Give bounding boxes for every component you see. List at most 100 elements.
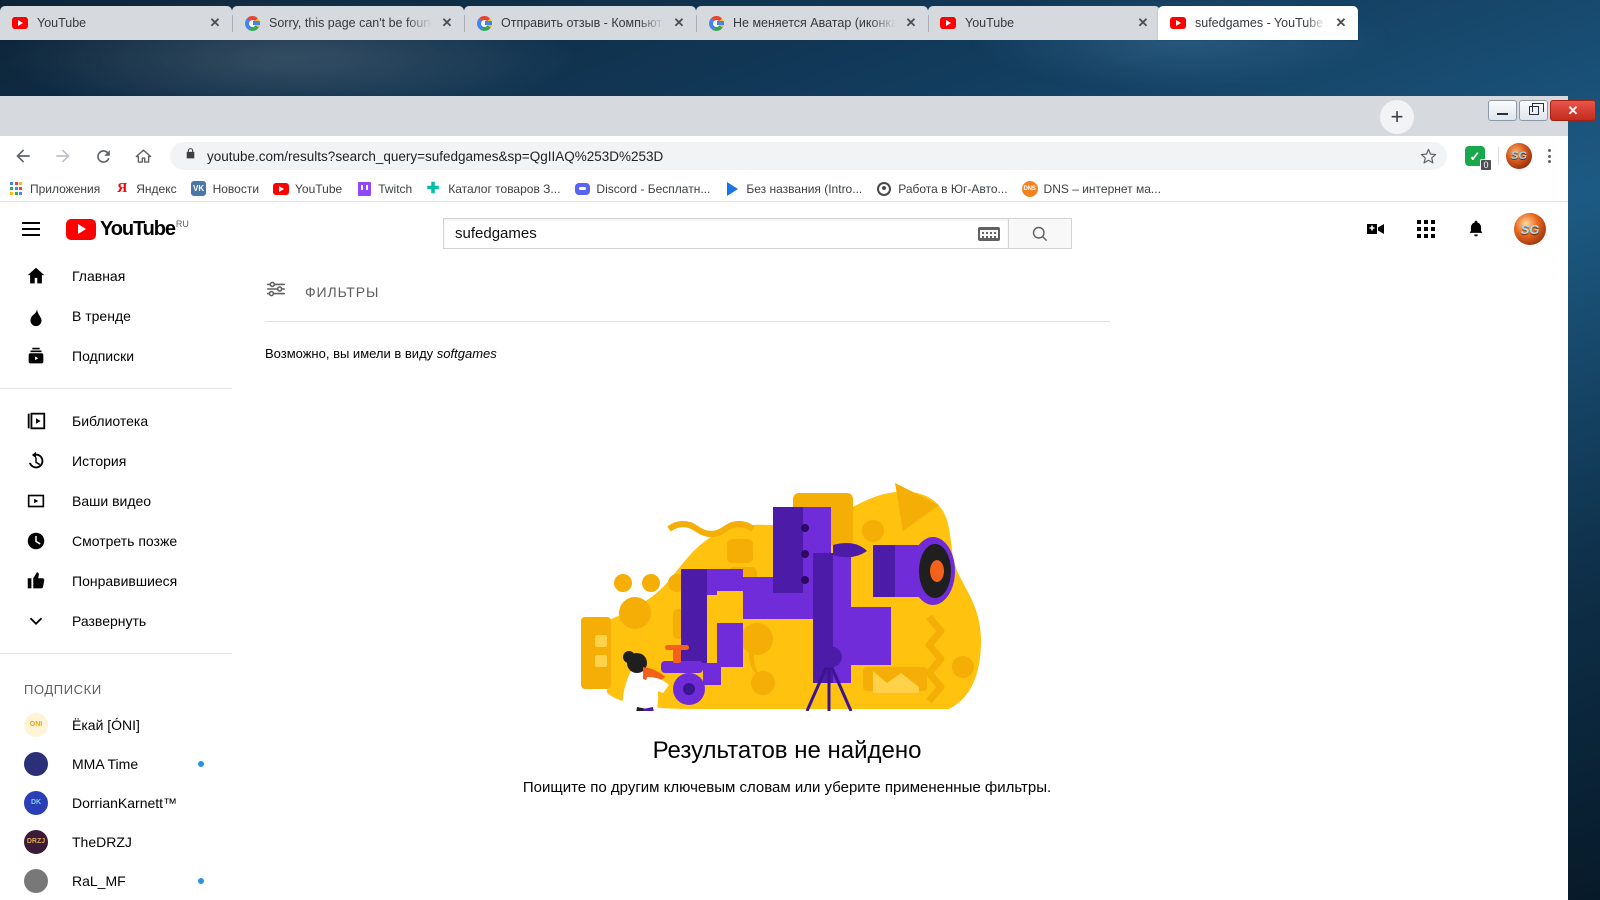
bookmark-item[interactable]: YouTube xyxy=(273,181,342,197)
apps-grid xyxy=(1417,220,1435,238)
tab-favicon xyxy=(12,15,28,31)
address-bar[interactable]: youtube.com/results?search_query=sufedga… xyxy=(170,142,1447,170)
bookmark-label: Новости xyxy=(212,181,260,196)
sidebar-item-subscriptions[interactable]: Подписки xyxy=(0,336,232,376)
sidebar-item-library[interactable]: Библиотека xyxy=(0,401,232,441)
play-icon xyxy=(726,181,738,196)
sidebar-item-liked-videos[interactable]: Понравившиеся xyxy=(0,561,232,601)
google-icon xyxy=(244,15,260,31)
bookmark-label: Каталог товаров З... xyxy=(448,181,561,196)
browser-tab[interactable]: Отправить отзыв - Компьютер ✕ xyxy=(464,6,696,40)
window-maximize-button[interactable] xyxy=(1519,100,1548,121)
filters-bar[interactable]: ФИЛЬТРЫ xyxy=(232,256,1568,305)
no-results-block: Результатов не найдено Поищите по другим… xyxy=(232,471,1342,796)
bookmark-item[interactable]: Работа в Юг-Авто... xyxy=(876,181,1008,197)
vk-icon: VK xyxy=(191,181,207,196)
create-video-icon[interactable] xyxy=(1364,217,1388,241)
bell-icon[interactable] xyxy=(1464,217,1488,241)
bookmark-label: Twitch xyxy=(378,181,413,196)
browser-tab[interactable]: Не меняется Аватар (иконка ка ✕ xyxy=(696,6,928,40)
channel-name: RaL_MF xyxy=(72,872,126,889)
bookmark-item[interactable]: Я Яндекс xyxy=(114,181,176,197)
home-button[interactable] xyxy=(126,139,160,173)
bookmark-item[interactable]: Без названия (Intro... xyxy=(724,181,862,197)
channel-name: DorrianKarnett™ xyxy=(72,794,178,811)
chrome-menu-button[interactable] xyxy=(1536,141,1562,171)
apps-grid-icon xyxy=(9,182,23,195)
browser-tab[interactable]: YouTube ✕ xyxy=(0,6,232,40)
browser-profile-avatar[interactable]: SG xyxy=(1506,143,1532,169)
yandex-icon: Я xyxy=(117,180,128,196)
tab-close-icon[interactable]: ✕ xyxy=(1132,12,1154,34)
did-you-mean-prefix: Возможно, вы имели в виду xyxy=(265,346,437,361)
bookmark-label: Яндекс xyxy=(136,181,177,196)
bookmark-star-icon[interactable] xyxy=(1420,148,1437,165)
new-tab-plus-icon: + xyxy=(1390,104,1404,129)
discord-icon xyxy=(574,182,590,195)
subscription-item[interactable]: DRZJ TheDRZJ xyxy=(0,822,232,861)
bookmark-label: YouTube xyxy=(295,181,343,196)
bookmark-label: Работа в Юг-Авто... xyxy=(898,181,1008,196)
bookmark-item[interactable]: DNS DNS – интернет ма... xyxy=(1021,180,1161,197)
tab-close-icon[interactable]: ✕ xyxy=(1330,12,1352,34)
tab-close-icon[interactable]: ✕ xyxy=(668,12,690,34)
subscription-item[interactable]: ONI Ёкай [ÓNI] xyxy=(0,705,232,744)
bookmark-item[interactable]: VK Новости xyxy=(191,181,259,197)
tab-close-icon[interactable]: ✕ xyxy=(436,12,458,34)
search-input[interactable]: sufedgames xyxy=(443,218,1008,249)
search-button[interactable] xyxy=(1008,218,1072,249)
bookmark-item[interactable]: Приложения xyxy=(8,181,100,197)
guide-menu-icon[interactable] xyxy=(22,217,46,241)
youtube-apps-icon[interactable] xyxy=(1414,217,1438,241)
extension-icon[interactable]: ✓ 0 xyxy=(1465,146,1492,171)
menu-dot xyxy=(1547,160,1551,163)
keyboard-icon[interactable] xyxy=(978,226,1000,241)
site-lock-icon xyxy=(184,147,197,165)
account-avatar[interactable]: SG xyxy=(1514,213,1546,245)
subscription-item[interactable]: DK DorrianKarnett™ xyxy=(0,783,232,822)
bookmark-favicon: DNS xyxy=(1021,180,1038,197)
filters-label: ФИЛЬТРЫ xyxy=(305,283,380,300)
channel-avatar: ONI xyxy=(24,712,48,737)
search-input-value: sufedgames xyxy=(455,225,537,242)
sidebar-item-watch-later[interactable]: Смотреть позже xyxy=(0,521,232,561)
channel-avatar xyxy=(24,868,48,893)
bookmark-item[interactable]: ✚ Каталог товаров З... xyxy=(426,180,561,197)
no-results-subtitle: Поищите по другим ключевым словам или уб… xyxy=(522,779,1052,796)
sidebar-item-history[interactable]: История xyxy=(0,441,232,481)
tab-separator xyxy=(464,15,465,32)
forward-button[interactable] xyxy=(46,139,80,173)
reload-button[interactable] xyxy=(86,139,120,173)
tab-close-icon[interactable]: ✕ xyxy=(900,12,922,34)
burger-line xyxy=(22,222,40,224)
subscription-item[interactable]: RaL_MF xyxy=(0,861,232,900)
masthead-buttons: SG xyxy=(1364,202,1546,256)
bookmarks-bar: Приложения Я Яндекс VK Новости YouTube Twitch ✚… xyxy=(0,176,1568,202)
did-you-mean-term[interactable]: softgames xyxy=(437,346,497,361)
browser-tab[interactable]: sufedgames - YouTube ✕ xyxy=(1158,6,1358,40)
new-tab-button[interactable]: + xyxy=(1380,100,1414,134)
browser-tab[interactable]: YouTube ✕ xyxy=(928,6,1160,40)
window-minimize-button[interactable] xyxy=(1488,100,1517,121)
tab-favicon xyxy=(476,15,492,31)
back-button[interactable] xyxy=(6,139,40,173)
sidebar-item-chevron-down[interactable]: Развернуть xyxy=(0,601,232,641)
channel-avatar: DK xyxy=(24,790,48,815)
window-controls: ✕ xyxy=(1486,100,1596,122)
sidebar-item-trending[interactable]: В тренде xyxy=(0,296,232,336)
catalog-icon: ✚ xyxy=(426,180,440,197)
new-content-dot xyxy=(198,760,204,767)
maximize-glyph xyxy=(1528,103,1544,115)
browser-tab[interactable]: Sorry, this page can't be found. ✕ xyxy=(232,6,464,40)
subscription-item[interactable]: MMA Time xyxy=(0,744,232,783)
youtube-masthead: YouTube RU sufedgames SG xyxy=(0,202,1568,256)
bookmark-item[interactable]: Discord - Бесплатн... xyxy=(574,181,710,197)
tab-favicon xyxy=(708,15,724,31)
bookmark-item[interactable]: Twitch xyxy=(356,181,412,197)
youtube-logo[interactable]: YouTube RU xyxy=(66,218,189,240)
sidebar-item-your-videos[interactable]: Ваши видео xyxy=(0,481,232,521)
sidebar-item-home[interactable]: Главная xyxy=(0,256,232,296)
window-close-button[interactable]: ✕ xyxy=(1550,100,1596,121)
menu-dot xyxy=(1547,149,1551,152)
tab-close-icon[interactable]: ✕ xyxy=(204,12,226,34)
